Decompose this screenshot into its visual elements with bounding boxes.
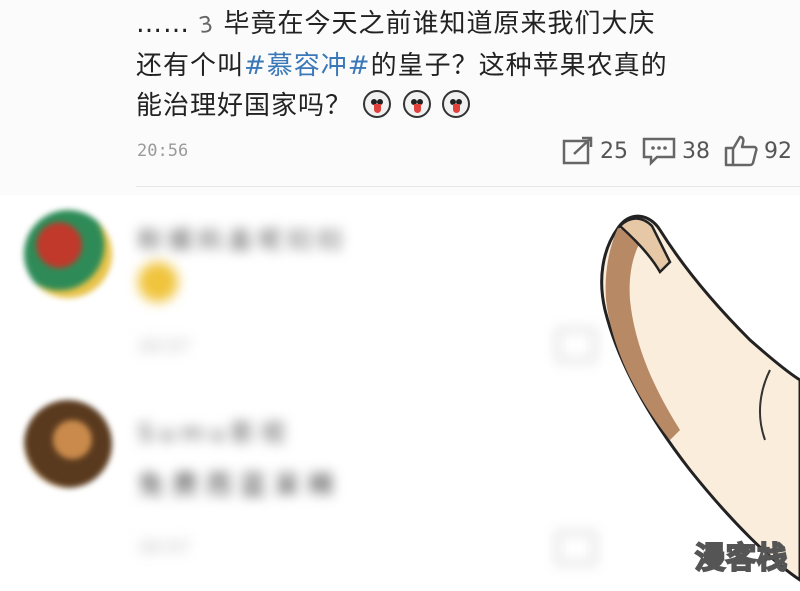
share-button[interactable]: 25 — [562, 136, 628, 166]
like-count: 92 — [764, 138, 792, 164]
sigh-icon: 3 — [197, 11, 217, 40]
post-time: 20:56 — [137, 141, 189, 161]
divider — [136, 186, 800, 187]
comment-icon — [642, 137, 676, 166]
comment-body: 免费而蓝呆稀 — [138, 471, 343, 501]
post-actions: 25 38 92 — [562, 134, 800, 168]
comment-author[interactable]: Sumu影视 — [138, 413, 291, 448]
hashtag-link[interactable]: #慕容冲# — [244, 51, 371, 81]
comment-time: 20:57 — [138, 336, 190, 357]
share-icon — [562, 136, 593, 165]
post-line-2b: 的皇子？这种苹果农真的 — [370, 51, 668, 81]
husky-emoji-icon — [363, 90, 392, 118]
thumbs-up-icon — [724, 135, 758, 167]
post-text: …… 3 毕竟在今天之前谁知道原来我们大庆 还有个叫#慕容冲#的皇子？这种苹果农… — [136, 4, 716, 126]
comment-button[interactable]: 38 — [642, 136, 710, 166]
comment-count: 38 — [682, 138, 710, 164]
husky-emoji-icon — [402, 90, 431, 118]
like-button[interactable]: 92 — [724, 135, 792, 167]
post-line-2a: 还有个叫 — [136, 51, 245, 81]
post-line-1: 毕竟在今天之前谁知道原来我们大庆 — [223, 9, 656, 39]
comment-time: 20:57 — [138, 537, 190, 558]
husky-emoji-icon — [441, 90, 470, 118]
post-card: …… 3 毕竟在今天之前谁知道原来我们大庆 还有个叫#慕容冲#的皇子？这种苹果农… — [0, 0, 800, 195]
avatar[interactable] — [24, 400, 112, 488]
smile-emoji-icon — [138, 262, 178, 302]
watermark-logo: 漫客栈 — [694, 540, 788, 577]
avatar[interactable] — [24, 210, 112, 298]
post-line-3: 能治理好国家吗？ — [136, 91, 353, 121]
comment-author[interactable]: 粉媚妈盖呢妇妇 — [138, 220, 348, 255]
share-count: 25 — [600, 138, 628, 164]
post-prefix: …… — [136, 9, 190, 39]
